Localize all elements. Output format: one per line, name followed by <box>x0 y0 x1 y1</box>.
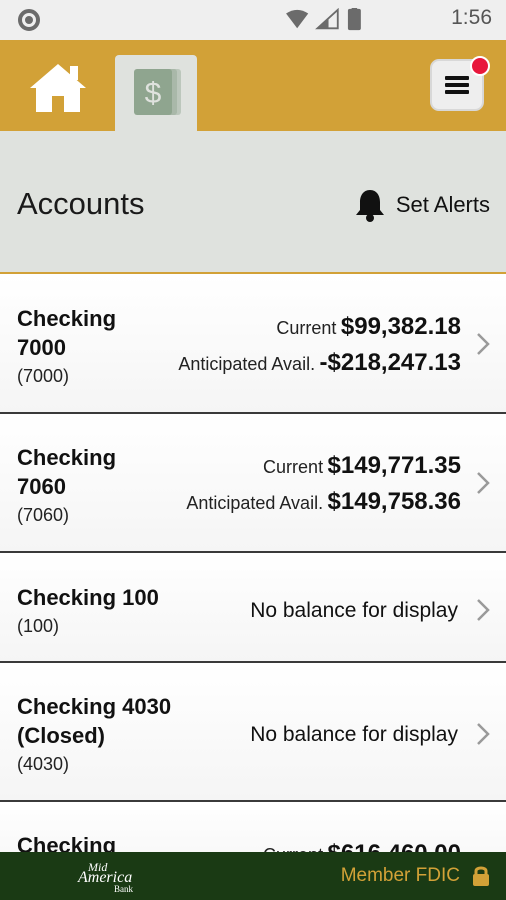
anticipated-value: $149,758.36 <box>327 488 461 515</box>
notification-badge <box>470 56 490 76</box>
home-icon <box>30 64 86 112</box>
chevron-right-icon <box>477 472 490 494</box>
account-number: (7060) <box>17 505 70 525</box>
page-title: Accounts <box>17 186 145 221</box>
anticipated-balance: Anticipated Avail. $149,758.36 <box>186 488 461 516</box>
member-fdic-label: Member FDIC <box>340 865 460 886</box>
no-balance-text: No balance for display <box>250 599 458 622</box>
account-name: Checking 4030 (Closed) <box>17 694 172 748</box>
account-name: Checking 7060 <box>17 445 117 499</box>
circle-indicator-icon <box>18 9 40 31</box>
current-balance: Current $99,382.18 <box>276 313 461 341</box>
status-icons <box>286 8 361 31</box>
chevron-right-icon <box>477 333 490 355</box>
dollar-bills-icon: $ <box>134 69 181 115</box>
battery-icon <box>347 8 361 31</box>
anticipated-label: Anticipated Avail. <box>186 493 324 513</box>
tab-accounts[interactable]: $ <box>115 55 197 131</box>
current-value: $149,771.35 <box>327 452 461 479</box>
bank-logo: Mid America Bank <box>78 860 140 894</box>
account-row[interactable]: Checking 100 (100) No balance for displa… <box>0 553 506 663</box>
account-number: (100) <box>17 616 60 636</box>
anticipated-value: -$218,247.13 <box>319 349 461 376</box>
svg-text:$: $ <box>145 77 162 110</box>
no-balance-text: No balance for display <box>250 723 458 746</box>
chevron-right-icon <box>477 599 490 621</box>
home-button[interactable] <box>26 58 90 116</box>
current-value: $99,382.18 <box>340 313 461 340</box>
accounts-list: Checking 7000 (7000) Current $99,382.18 … <box>0 275 506 882</box>
bell-icon <box>355 190 384 222</box>
account-row[interactable]: Checking 4030 (Closed) (4030) No balance… <box>0 663 506 802</box>
current-balance: Current $149,771.35 <box>263 452 461 480</box>
logo-line-3: Bank <box>114 884 133 894</box>
account-name: Checking 100 <box>17 585 159 610</box>
account-row[interactable]: Checking 7060 (7060) Current $149,771.35… <box>0 414 506 553</box>
status-bar: 1:56 <box>0 0 506 40</box>
current-label: Current <box>263 457 324 477</box>
account-number: (4030) <box>17 754 70 774</box>
page-header: Accounts Set Alerts <box>0 131 506 274</box>
set-alerts-button[interactable]: Set Alerts <box>354 187 490 223</box>
chevron-right-icon <box>477 723 490 745</box>
account-number: (7000) <box>17 366 70 386</box>
current-label: Current <box>276 318 337 338</box>
set-alerts-label: Set Alerts <box>395 192 490 217</box>
account-row[interactable]: Checking 7000 (7000) Current $99,382.18 … <box>0 275 506 414</box>
top-navigation: $ <box>0 40 506 131</box>
wifi-icon <box>286 9 309 29</box>
account-name: Checking 7000 <box>17 306 117 360</box>
footer: Mid America Bank Member FDIC <box>0 852 506 900</box>
lock-icon <box>473 866 489 886</box>
anticipated-label: Anticipated Avail. <box>178 354 316 374</box>
signal-icon <box>315 8 339 30</box>
anticipated-balance: Anticipated Avail. -$218,247.13 <box>178 349 461 377</box>
clock: 1:56 <box>451 6 492 29</box>
